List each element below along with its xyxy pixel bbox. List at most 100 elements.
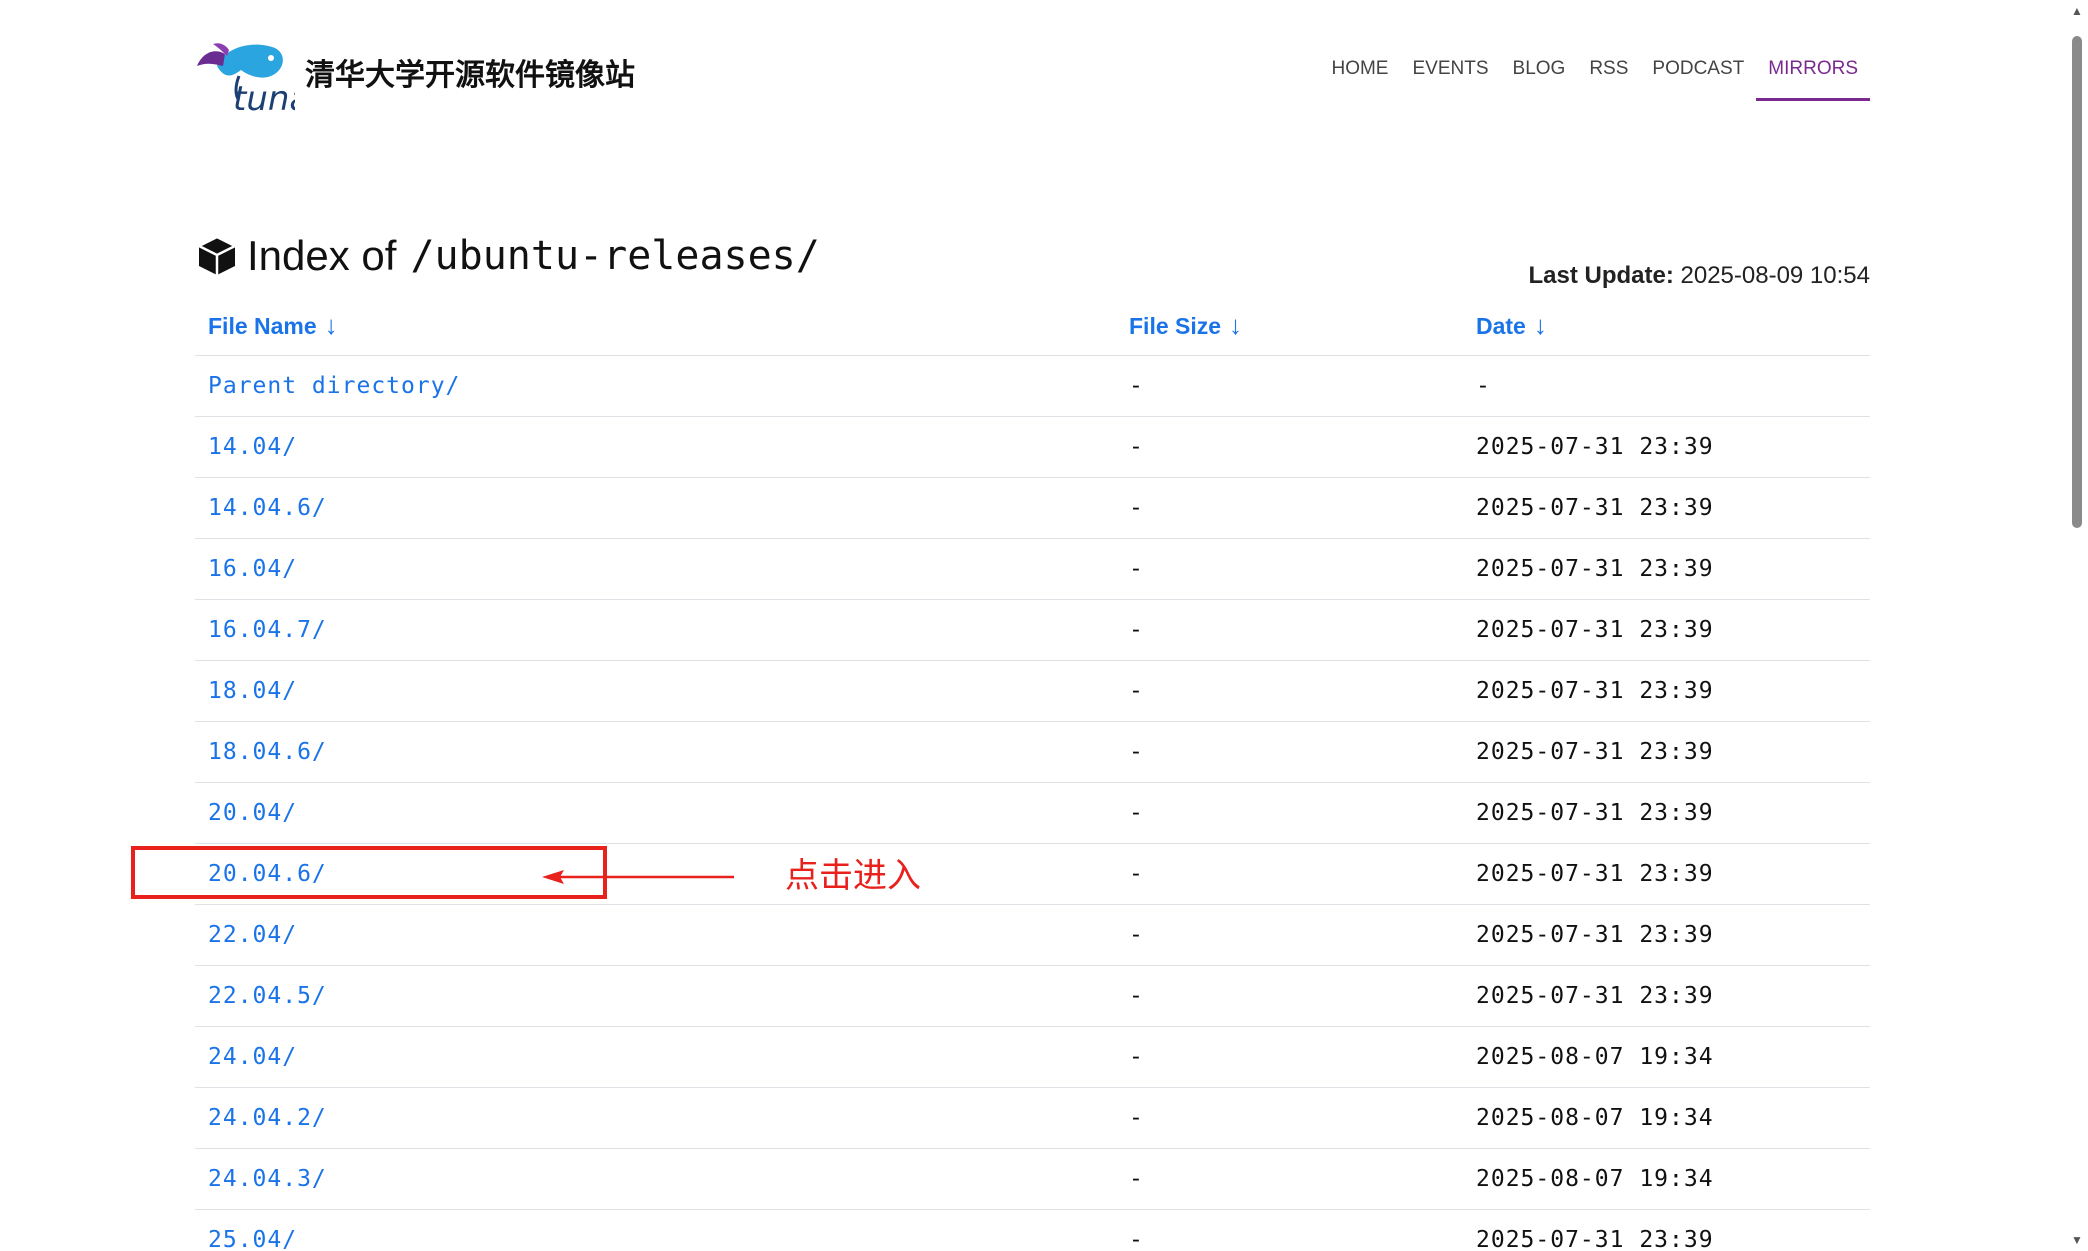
file-size-cell: -	[1116, 1087, 1463, 1149]
index-heading: Index of /ubuntu-releases/	[195, 232, 820, 280]
scroll-thumb[interactable]	[2072, 36, 2082, 528]
table-row[interactable]: 16.04/ -2025-07-31 23:39	[195, 538, 1870, 600]
table-row[interactable]: 16.04.7/ -2025-07-31 23:39	[195, 599, 1870, 661]
file-name-cell: 24.04.3/	[195, 1148, 1116, 1210]
file-listing-table: File Name ↓ File Size ↓ Date ↓ Parent direc…	[195, 295, 1870, 1251]
last-update-value: 2025-08-09 10:54	[1680, 262, 1871, 289]
highlight-box	[131, 846, 607, 899]
file-size-cell: -	[1116, 721, 1463, 783]
index-path: /ubuntu-releases/	[410, 233, 820, 279]
file-date-cell: 2025-07-31 23:39	[1463, 477, 1870, 539]
brand[interactable]: tuna 清华大学开源软件镜像站	[195, 36, 635, 119]
table-body: Parent directory/- -14.04/-2025-07-31 23:…	[195, 355, 1870, 1251]
file-size-cell: -	[1116, 965, 1463, 1027]
file-date-cell: 2025-07-31 23:39	[1463, 843, 1870, 905]
file-name-cell: 25.04/	[195, 1209, 1116, 1251]
file-link[interactable]: 14.04/	[208, 434, 297, 460]
arrow-down-icon[interactable]: ↓	[325, 310, 338, 340]
nav-home[interactable]: HOME	[1319, 52, 1400, 101]
column-date-label[interactable]: Date	[1476, 313, 1526, 339]
file-link[interactable]: Parent directory/	[208, 373, 460, 399]
tuna-logo-icon[interactable]: tuna	[195, 36, 310, 119]
file-date-cell: 2025-08-07 19:34	[1463, 1087, 1870, 1149]
arrow-down-icon[interactable]: ↓	[1229, 310, 1242, 340]
file-size-cell: -	[1116, 538, 1463, 600]
site-title[interactable]: 清华大学开源软件镜像站	[305, 50, 635, 94]
file-date-cell: 2025-07-31 23:39	[1463, 721, 1870, 783]
file-name-cell: 16.04/	[195, 538, 1116, 600]
nav-mirrors[interactable]: MIRRORS	[1756, 52, 1870, 101]
file-name-cell: 18.04/	[195, 660, 1116, 722]
file-link[interactable]: 14.04.6/	[208, 495, 327, 521]
file-date-cell: -	[1463, 355, 1870, 417]
table-row[interactable]: 18.04/ -2025-07-31 23:39	[195, 660, 1870, 722]
nav-podcast[interactable]: PODCAST	[1640, 52, 1756, 101]
nav-blog[interactable]: BLOG	[1501, 52, 1578, 101]
table-row[interactable]: 24.04.2/ -2025-08-07 19:34	[195, 1087, 1870, 1149]
vertical-scrollbar[interactable]: ▲ ▼	[2066, 0, 2088, 1251]
column-file-name[interactable]: File Name ↓	[195, 295, 1116, 356]
file-date-cell: 2025-07-31 23:39	[1463, 965, 1870, 1027]
table-row[interactable]: 14.04/ -2025-07-31 23:39	[195, 416, 1870, 478]
file-date-cell: 2025-07-31 23:39	[1463, 660, 1870, 722]
file-link[interactable]: 24.04/	[208, 1044, 297, 1070]
file-name-cell: 14.04.6/	[195, 477, 1116, 539]
table-row[interactable]: 14.04.6/ -2025-07-31 23:39	[195, 477, 1870, 539]
file-date-cell: 2025-08-07 19:34	[1463, 1026, 1870, 1088]
file-link[interactable]: 18.04.6/	[208, 739, 327, 765]
file-name-cell: 24.04/	[195, 1026, 1116, 1088]
file-size-cell: -	[1116, 599, 1463, 661]
file-date-cell: 2025-07-31 23:39	[1463, 538, 1870, 600]
file-size-cell: -	[1116, 782, 1463, 844]
nav-events[interactable]: EVENTS	[1400, 52, 1500, 101]
file-link[interactable]: 16.04.7/	[208, 617, 327, 643]
column-file-size[interactable]: File Size ↓	[1116, 295, 1463, 356]
arrow-down-icon[interactable]: ↓	[1534, 310, 1547, 340]
file-link[interactable]: 24.04.3/	[208, 1166, 327, 1192]
column-file-size-label[interactable]: File Size	[1129, 313, 1221, 339]
file-name-cell: 20.04/	[195, 782, 1116, 844]
file-name-cell: Parent directory/	[195, 355, 1116, 417]
table-row[interactable]: 25.04/ -2025-07-31 23:39	[195, 1209, 1870, 1251]
table-row[interactable]: 24.04.3/ -2025-08-07 19:34	[195, 1148, 1870, 1210]
file-link[interactable]: 16.04/	[208, 556, 297, 582]
column-date[interactable]: Date ↓	[1463, 295, 1870, 356]
file-date-cell: 2025-07-31 23:39	[1463, 904, 1870, 966]
table-row[interactable]: Parent directory/ - -	[195, 355, 1870, 417]
table-row[interactable]: 22.04.5/ -2025-07-31 23:39	[195, 965, 1870, 1027]
table-row[interactable]: 24.04/ -2025-08-07 19:34	[195, 1026, 1870, 1088]
file-size-cell: -	[1116, 843, 1463, 905]
file-date-cell: 2025-07-31 23:39	[1463, 599, 1870, 661]
main-nav: HOME EVENTS BLOG RSS PODCAST MIRRORS	[1319, 52, 1870, 101]
column-file-name-label[interactable]: File Name	[208, 313, 317, 339]
site-header: tuna 清华大学开源软件镜像站 HOME EVENTS BLOG RSS PO…	[195, 30, 1870, 119]
nav-rss[interactable]: RSS	[1577, 52, 1640, 101]
file-size-cell: -	[1116, 477, 1463, 539]
file-size-cell: -	[1116, 1209, 1463, 1251]
svg-text:tuna: tuna	[233, 79, 295, 116]
file-link[interactable]: 25.04/	[208, 1227, 297, 1251]
scroll-down-arrow-icon[interactable]: ▼	[2070, 1233, 2084, 1247]
file-name-cell: 16.04.7/	[195, 599, 1116, 661]
table-row[interactable]: 18.04.6/ -2025-07-31 23:39	[195, 721, 1870, 783]
file-link[interactable]: 24.04.2/	[208, 1105, 327, 1131]
file-name-cell: 22.04.5/	[195, 965, 1116, 1027]
file-name-cell: 14.04/	[195, 416, 1116, 478]
file-link[interactable]: 22.04.5/	[208, 983, 327, 1009]
file-link[interactable]: 20.04/	[208, 800, 297, 826]
file-link[interactable]: 22.04/	[208, 922, 297, 948]
scroll-up-arrow-icon[interactable]: ▲	[2070, 4, 2084, 18]
table-header-row: File Name ↓ File Size ↓ Date ↓	[195, 295, 1870, 356]
annotation-text: 点击进入	[785, 856, 921, 896]
file-size-cell: -	[1116, 904, 1463, 966]
file-link[interactable]: 18.04/	[208, 678, 297, 704]
file-name-cell: 18.04.6/	[195, 721, 1116, 783]
file-name-cell: 22.04/	[195, 904, 1116, 966]
index-prefix: Index of	[247, 232, 397, 279]
last-update: Last Update: 2025-08-09 10:54	[1528, 262, 1870, 290]
file-size-cell: -	[1116, 355, 1463, 417]
file-size-cell: -	[1116, 1148, 1463, 1210]
table-row[interactable]: 20.04/ -2025-07-31 23:39	[195, 782, 1870, 844]
file-size-cell: -	[1116, 1026, 1463, 1088]
table-row[interactable]: 22.04/ -2025-07-31 23:39	[195, 904, 1870, 966]
